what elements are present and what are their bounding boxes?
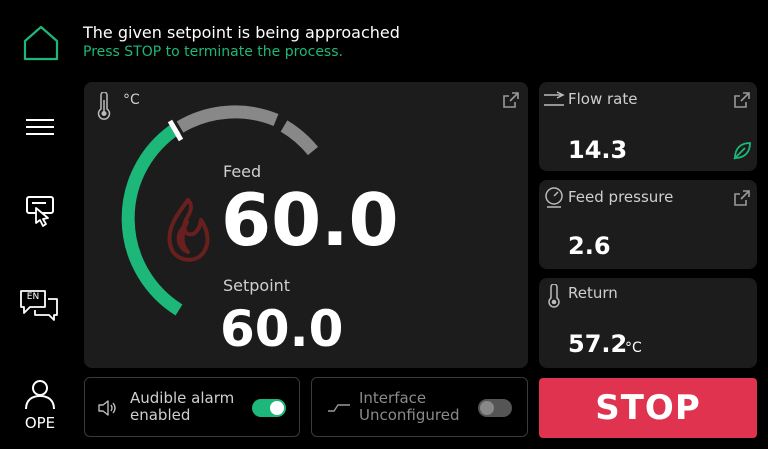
status-title: The given setpoint is being approached xyxy=(83,23,400,42)
interface-signal-icon xyxy=(328,404,350,412)
toggle-knob xyxy=(480,401,494,415)
user-role: OPE xyxy=(24,414,56,432)
flow-rate-value: 14.3 xyxy=(568,136,628,164)
thermometer-icon xyxy=(548,284,560,308)
return-unit: °C xyxy=(625,340,642,356)
return-panel[interactable]: Return 57.2 °C xyxy=(539,278,757,368)
home-icon xyxy=(23,25,59,61)
audible-alarm-line1: Audible alarm xyxy=(130,389,235,407)
language-code: EN xyxy=(26,292,40,302)
eco-leaf-icon xyxy=(733,142,751,160)
interface-control[interactable]: Interface Unconfigured xyxy=(311,377,528,437)
feed-pressure-label: Feed pressure xyxy=(568,188,674,206)
expand-icon[interactable] xyxy=(733,91,751,109)
pressure-gauge-icon xyxy=(545,187,563,208)
feed-value: 60.0 xyxy=(221,178,399,262)
interface-line2: Unconfigured xyxy=(359,406,460,424)
interface-line1: Interface xyxy=(359,389,427,407)
feed-pressure-value: 2.6 xyxy=(568,232,611,260)
user-button[interactable]: OPE xyxy=(20,378,60,434)
hamburger-icon xyxy=(26,119,54,135)
setpoint-value: 60.0 xyxy=(220,300,344,358)
feed-temperature-panel: °C Feed 60.0 Setpoint 60.0 xyxy=(84,82,528,368)
return-label: Return xyxy=(568,284,618,302)
expand-icon[interactable] xyxy=(733,189,751,207)
status-subtitle: Press STOP to terminate the process. xyxy=(83,44,343,60)
flow-rate-label: Flow rate xyxy=(568,90,638,108)
menu-button[interactable] xyxy=(24,116,56,138)
feed-pressure-panel[interactable]: Feed pressure 2.6 xyxy=(539,180,757,269)
stop-label: STOP xyxy=(595,388,701,428)
audible-alarm-toggle[interactable] xyxy=(252,399,286,417)
flame-icon xyxy=(167,198,210,262)
gauge-arc-active xyxy=(121,122,183,316)
flow-icon xyxy=(544,91,565,106)
touch-settings-button[interactable] xyxy=(24,194,58,228)
flow-rate-panel[interactable]: Flow rate 14.3 xyxy=(539,82,757,171)
speaker-icon xyxy=(98,400,116,416)
gauge-arc-end xyxy=(280,120,319,156)
audible-alarm-control[interactable]: Audible alarm enabled xyxy=(84,377,300,437)
gauge-arc-track xyxy=(176,105,279,133)
interface-toggle[interactable] xyxy=(478,399,512,417)
touch-screen-icon xyxy=(26,196,54,227)
home-button[interactable] xyxy=(22,24,60,62)
audible-alarm-line2: enabled xyxy=(130,406,191,424)
user-icon xyxy=(25,380,55,410)
return-value: 57.2 xyxy=(568,330,628,358)
toggle-knob xyxy=(270,401,284,415)
stop-button[interactable]: STOP xyxy=(539,378,757,438)
language-button[interactable]: EN xyxy=(18,288,60,322)
setpoint-label: Setpoint xyxy=(223,276,291,295)
